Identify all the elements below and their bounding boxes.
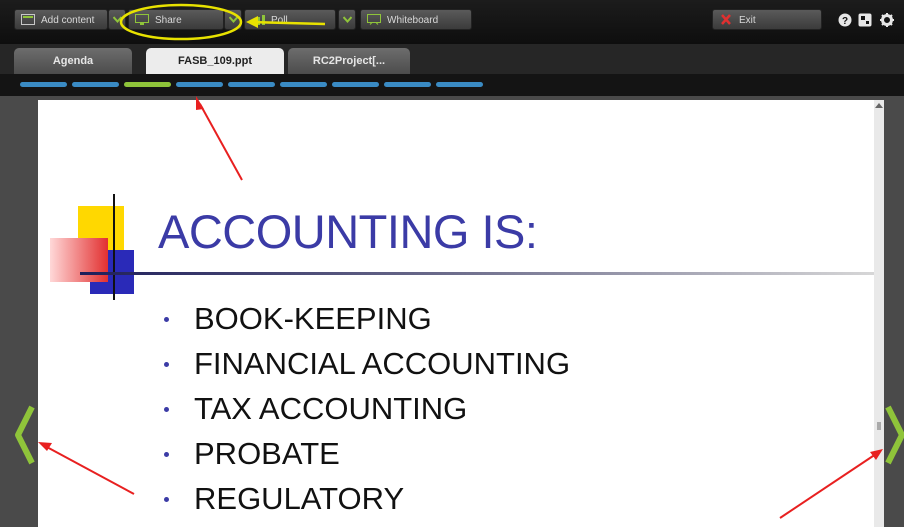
add-content-dropdown[interactable] [108,9,126,30]
add-content-icon [21,14,35,25]
slide-canvas: ACCOUNTING IS: BOOK-KEEPING FINANCIAL AC… [38,100,874,527]
whiteboard-icon [367,14,381,25]
tab-rc2project[interactable]: RC2Project[... [288,48,410,74]
help-icon[interactable]: ? [838,13,852,27]
slide-progress-segment[interactable] [436,82,483,87]
exit-button[interactable]: Exit [712,9,822,30]
prev-slide-icon[interactable] [12,405,38,465]
next-slide-icon[interactable] [882,405,904,465]
exit-icon [721,14,731,25]
slide-progress-strip [0,74,904,96]
slide-decoration [50,194,168,300]
slide-progress-segment[interactable] [228,82,275,87]
share-icon [135,14,149,25]
tab-label: FASB_109.ppt [178,55,252,67]
slide-progress-segment[interactable] [124,82,171,87]
list-item: FINANCIAL ACCOUNTING [158,341,570,386]
settings-icon[interactable] [880,13,894,27]
tab-label: Agenda [52,55,94,67]
tab-agenda[interactable]: Agenda [14,48,132,74]
poll-dropdown[interactable] [338,9,356,30]
document-tabs: Agenda FASB_109.ppt RC2Project[... [0,44,904,74]
share-dropdown[interactable] [224,9,242,30]
share-button[interactable]: Share [128,9,224,30]
chevron-down-icon [343,16,352,23]
list-item: BOOK-KEEPING [158,296,570,341]
poll-button[interactable]: Poll [244,9,336,30]
tab-fasb-109[interactable]: FASB_109.ppt [146,48,284,74]
slide-title: ACCOUNTING IS: [158,205,538,258]
slide-progress-segment[interactable] [176,82,223,87]
slide-bullet-list: BOOK-KEEPING FINANCIAL ACCOUNTING TAX AC… [158,296,570,521]
svg-text:?: ? [842,16,848,27]
slide-progress-segment[interactable] [20,82,67,87]
slide-progress-segment[interactable] [72,82,119,87]
list-item: PROBATE [158,431,570,476]
poll-icon [252,15,265,25]
exit-label: Exit [739,15,756,26]
whiteboard-button[interactable]: Whiteboard [360,9,472,30]
scroll-up-icon[interactable] [875,102,883,108]
slide-progress-segment[interactable] [384,82,431,87]
list-item: TAX ACCOUNTING [158,386,570,431]
add-content-label: Add content [41,15,95,26]
list-item: REGULATORY [158,476,570,521]
fullscreen-icon[interactable] [858,13,872,27]
poll-label: Poll [271,15,288,26]
title-underline [80,272,874,275]
whiteboard-label: Whiteboard [387,15,439,26]
chevron-down-icon [113,16,122,23]
tab-label: RC2Project[... [312,55,386,67]
top-toolbar: Add content Share Poll Whiteboard Exit ? [0,0,904,44]
slide-progress-segment[interactable] [332,82,379,87]
chevron-down-icon [229,16,238,23]
share-label: Share [155,15,182,26]
scroll-thumb[interactable] [877,422,881,430]
add-content-button[interactable]: Add content [14,9,108,30]
slide-progress-segment[interactable] [280,82,327,87]
